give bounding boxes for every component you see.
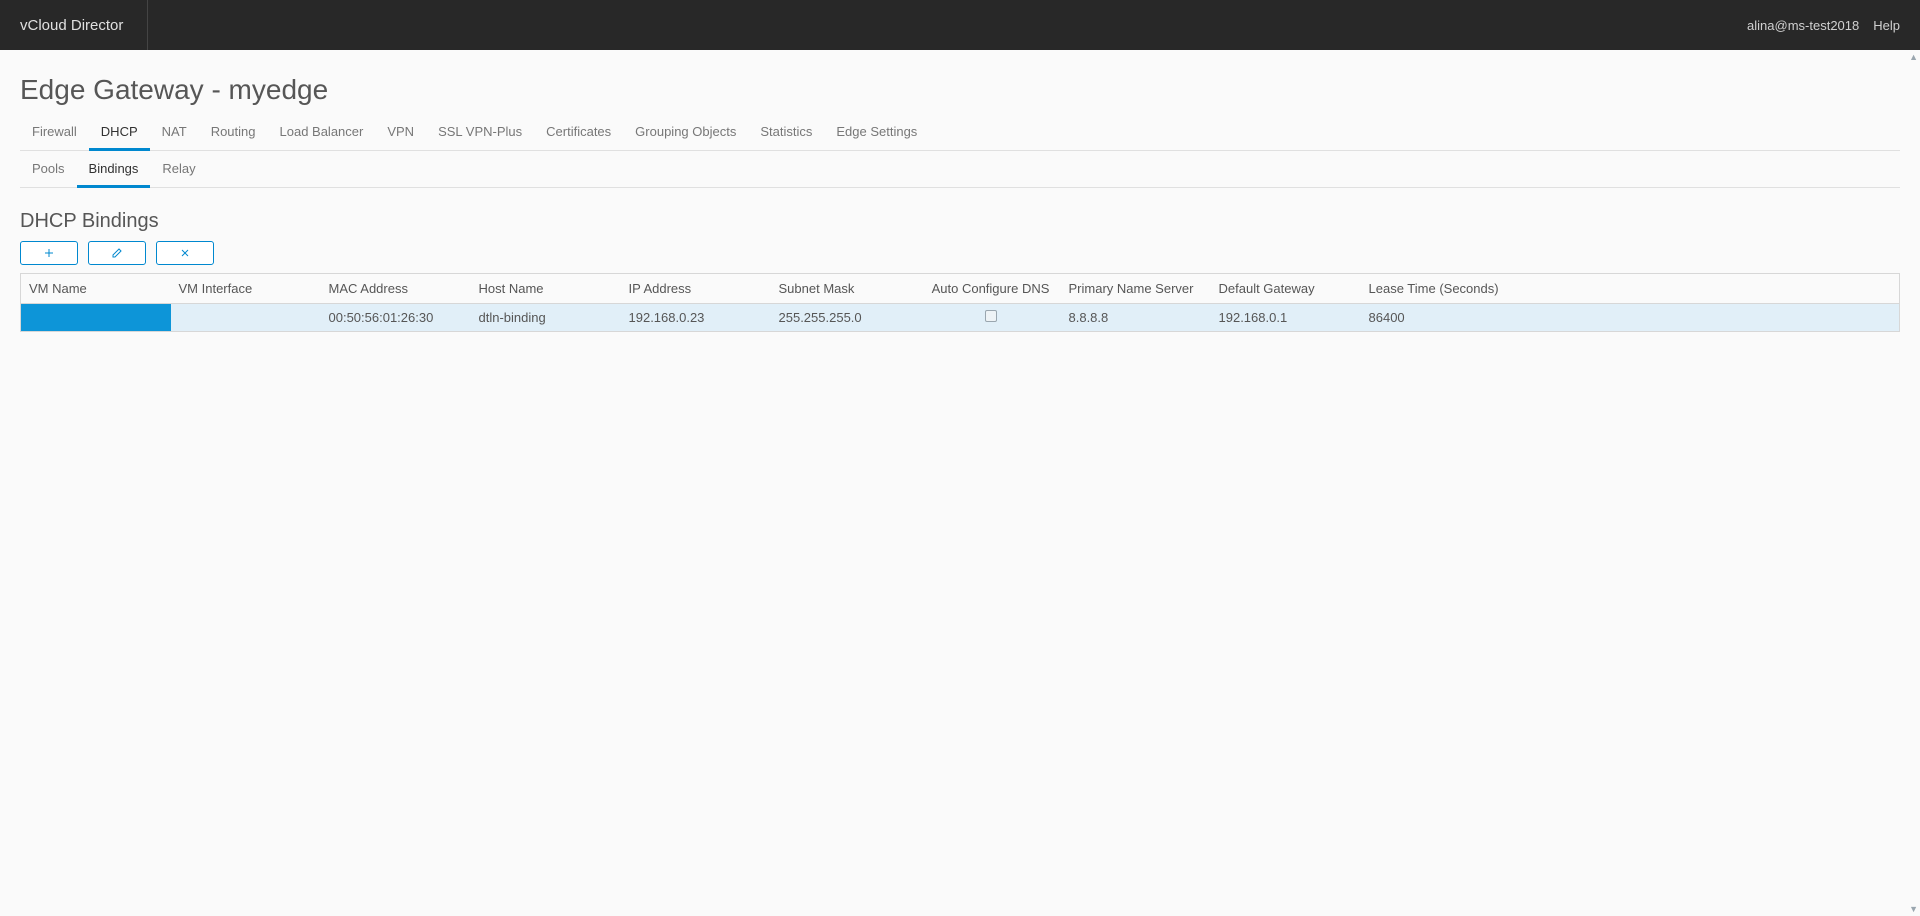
app-title: vCloud Director bbox=[20, 17, 123, 34]
col-mac[interactable]: MAC Address bbox=[321, 274, 471, 304]
toolbar bbox=[20, 241, 1900, 265]
scroll-up-icon[interactable]: ▲ bbox=[1909, 52, 1918, 62]
col-host[interactable]: Host Name bbox=[471, 274, 621, 304]
cell-vm-name[interactable] bbox=[21, 304, 171, 332]
tab-vpn[interactable]: VPN bbox=[375, 116, 426, 151]
cell-host[interactable]: dtln-binding bbox=[471, 304, 621, 332]
col-gateway[interactable]: Default Gateway bbox=[1211, 274, 1361, 304]
cell-primary-dns[interactable]: 8.8.8.8 bbox=[1061, 304, 1211, 332]
tab-nat[interactable]: NAT bbox=[150, 116, 199, 151]
col-lease[interactable]: Lease Time (Seconds) bbox=[1361, 274, 1900, 304]
checkbox-unchecked-icon[interactable] bbox=[985, 310, 997, 322]
cell-ip[interactable]: 192.168.0.23 bbox=[621, 304, 771, 332]
cell-gateway[interactable]: 192.168.0.1 bbox=[1211, 304, 1361, 332]
tab-firewall[interactable]: Firewall bbox=[20, 116, 89, 151]
cell-subnet[interactable]: 255.255.255.0 bbox=[771, 304, 921, 332]
topbar-divider bbox=[147, 0, 148, 50]
col-vm-interface[interactable]: VM Interface bbox=[171, 274, 321, 304]
tab-grouping-objects[interactable]: Grouping Objects bbox=[623, 116, 748, 151]
pencil-icon bbox=[111, 247, 123, 259]
col-auto-dns[interactable]: Auto Configure DNS bbox=[921, 274, 1061, 304]
section-title: DHCP Bindings bbox=[20, 210, 1900, 233]
edit-button[interactable] bbox=[88, 241, 146, 265]
col-subnet[interactable]: Subnet Mask bbox=[771, 274, 921, 304]
col-vm-name[interactable]: VM Name bbox=[21, 274, 171, 304]
topbar: vCloud Director alina@ms-test2018 Help bbox=[0, 0, 1920, 50]
plus-icon bbox=[43, 247, 55, 259]
cell-vm-interface[interactable] bbox=[171, 304, 321, 332]
topbar-left: vCloud Director bbox=[20, 0, 166, 50]
close-icon bbox=[179, 247, 191, 259]
tab-certificates[interactable]: Certificates bbox=[534, 116, 623, 151]
help-link[interactable]: Help bbox=[1873, 18, 1900, 33]
scroll-down-icon[interactable]: ▼ bbox=[1909, 904, 1918, 914]
primary-tabs: Firewall DHCP NAT Routing Load Balancer … bbox=[20, 116, 1900, 151]
subtab-pools[interactable]: Pools bbox=[20, 153, 77, 188]
cell-lease[interactable]: 86400 bbox=[1361, 304, 1900, 332]
tab-routing[interactable]: Routing bbox=[199, 116, 268, 151]
page-title: Edge Gateway - myedge bbox=[20, 74, 1900, 106]
cell-mac[interactable]: 00:50:56:01:26:30 bbox=[321, 304, 471, 332]
add-button[interactable] bbox=[20, 241, 78, 265]
tab-ssl-vpn-plus[interactable]: SSL VPN-Plus bbox=[426, 116, 534, 151]
cell-auto-dns[interactable] bbox=[921, 304, 1061, 332]
topbar-right: alina@ms-test2018 Help bbox=[1747, 18, 1900, 33]
subtab-relay[interactable]: Relay bbox=[150, 153, 207, 188]
table-header-row: VM Name VM Interface MAC Address Host Na… bbox=[21, 274, 1900, 304]
bindings-table: VM Name VM Interface MAC Address Host Na… bbox=[20, 273, 1900, 332]
secondary-tabs: Pools Bindings Relay bbox=[20, 153, 1900, 188]
col-primary-dns[interactable]: Primary Name Server bbox=[1061, 274, 1211, 304]
subtab-bindings[interactable]: Bindings bbox=[77, 153, 151, 188]
col-ip[interactable]: IP Address bbox=[621, 274, 771, 304]
table-row[interactable]: 00:50:56:01:26:30 dtln-binding 192.168.0… bbox=[21, 304, 1900, 332]
tab-edge-settings[interactable]: Edge Settings bbox=[824, 116, 929, 151]
tab-dhcp[interactable]: DHCP bbox=[89, 116, 150, 151]
tab-load-balancer[interactable]: Load Balancer bbox=[268, 116, 376, 151]
tab-statistics[interactable]: Statistics bbox=[748, 116, 824, 151]
content: Edge Gateway - myedge Firewall DHCP NAT … bbox=[0, 50, 1920, 332]
vertical-scrollbar[interactable]: ▲ ▼ bbox=[1909, 52, 1918, 914]
user-menu[interactable]: alina@ms-test2018 bbox=[1747, 18, 1859, 33]
delete-button[interactable] bbox=[156, 241, 214, 265]
